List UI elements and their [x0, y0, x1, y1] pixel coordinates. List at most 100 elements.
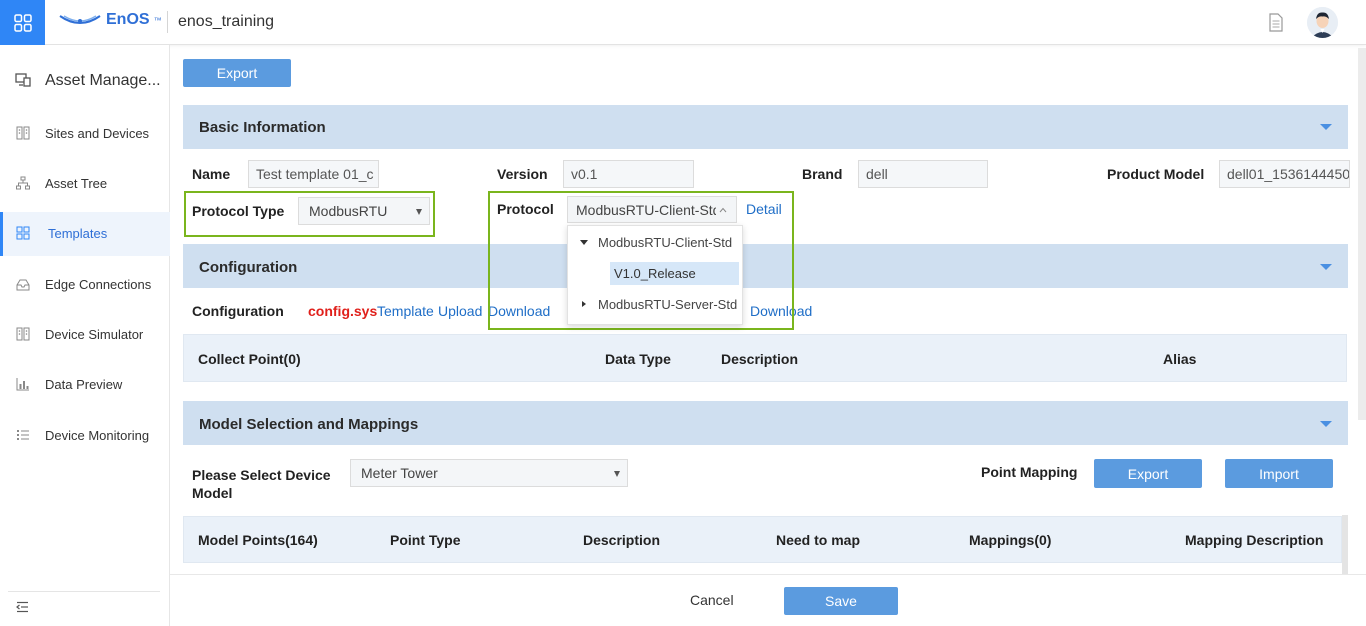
document-icon[interactable] [1268, 13, 1284, 35]
dropdown-option-label: ModbusRTU-Server-Std [598, 297, 738, 312]
protocol-type-select[interactable]: ModbusRTU [298, 197, 430, 225]
collapse-caret-icon[interactable] [1320, 124, 1332, 130]
mapping-import-button[interactable]: Import [1225, 459, 1333, 488]
cancel-button[interactable]: Cancel [690, 592, 734, 608]
basic-information-header[interactable]: Basic Information [183, 105, 1348, 149]
protocol-detail-link[interactable]: Detail [746, 201, 782, 217]
dropdown-option-v1-release[interactable]: V1.0_Release [610, 262, 739, 285]
sidebar-item-device-simulator[interactable]: Device Simulator [0, 313, 170, 357]
sites-devices-icon [16, 126, 30, 143]
sidebar-item-label: Device Simulator [45, 327, 144, 342]
upload-link[interactable]: Upload [438, 303, 482, 319]
mapping-export-button[interactable]: Export [1094, 459, 1202, 488]
device-model-value: Meter Tower [361, 465, 438, 481]
sidebar-item-label: Asset Tree [45, 176, 108, 191]
version-input[interactable]: v0.1 [563, 160, 694, 188]
sidebar-item-label: Data Preview [45, 377, 123, 392]
sidebar-item-templates[interactable]: Templates [0, 212, 170, 256]
protocol-label: Protocol [497, 201, 554, 217]
column-header: Mapping Description [1185, 532, 1324, 548]
organization-name: enos_training [178, 13, 275, 30]
sidebar-title-label: Asset Manage... [45, 72, 161, 89]
model-points-table-header: Model Points(164) Point Type Description… [183, 516, 1342, 563]
column-header: Data Type [605, 351, 671, 367]
simulator-icon [16, 327, 30, 344]
protocol-type-label: Protocol Type [192, 203, 285, 219]
name-label: Name [192, 166, 231, 182]
dropdown-option-client[interactable]: ModbusRTU-Client-Std [568, 232, 742, 254]
user-avatar-icon [1307, 7, 1338, 38]
column-header: Collect Point(0) [198, 351, 301, 367]
top-bar: EnOS ™ enos_training [0, 0, 1366, 45]
dropdown-arrow-icon [416, 209, 422, 215]
enos-logo[interactable]: EnOS ™ [58, 11, 162, 29]
protocol-value: ModbusRTU-Client-Std [576, 201, 716, 218]
sidebar-item-data-preview[interactable]: Data Preview [0, 363, 170, 407]
column-header: Description [721, 351, 799, 367]
sidebar-item-device-monitoring[interactable]: Device Monitoring [0, 414, 170, 458]
expanded-triangle-icon [580, 240, 588, 245]
device-model-select[interactable]: Meter Tower [350, 459, 628, 487]
column-header: Point Type [390, 532, 461, 548]
wing-logo-icon [59, 15, 101, 24]
model-selection-header[interactable]: Model Selection and Mappings [183, 401, 1348, 445]
section-title: Model Selection and Mappings [199, 416, 419, 433]
export-template-button[interactable]: Export [183, 59, 291, 87]
sidebar-item-asset-tree[interactable]: Asset Tree [0, 162, 170, 206]
version-label: Version [497, 166, 548, 182]
collapse-caret-icon[interactable] [1320, 264, 1332, 270]
save-button[interactable]: Save [784, 587, 898, 615]
product-model-label: Product Model [1107, 166, 1205, 182]
select-device-model-label: Please Select Device Model [192, 467, 331, 501]
sidebar-item-label: Device Monitoring [45, 428, 150, 443]
app-switcher-button[interactable] [0, 0, 45, 45]
point-mapping-label: Point Mapping [981, 464, 1078, 480]
sidebar-item-label: Sites and Devices [45, 126, 150, 141]
brand-input[interactable]: dell [858, 160, 988, 188]
bar-chart-icon [16, 377, 30, 394]
protocol-type-value: ModbusRTU [309, 203, 388, 219]
configuration-label: Configuration [192, 303, 284, 319]
column-header: Description [583, 532, 661, 548]
dropdown-option-server[interactable]: ModbusRTU-Server-Std [568, 294, 742, 316]
sidebar-title[interactable]: Asset Manage... [0, 66, 170, 96]
section-title: Configuration [199, 259, 298, 276]
sidebar-item-label: Edge Connections [45, 277, 152, 292]
sidebar-item-sites-and-devices[interactable]: Sites and Devices [0, 112, 170, 156]
dropdown-arrow-icon [614, 471, 620, 477]
logo-text: EnOS [106, 11, 150, 28]
protocol-dropdown-menu: ModbusRTU-Client-Std V1.0_Release Modbus… [567, 225, 743, 325]
brand-label: Brand [802, 166, 843, 182]
asset-management-icon [15, 73, 31, 90]
user-avatar[interactable] [1307, 7, 1338, 38]
section-title: Basic Information [199, 119, 326, 136]
grid-icon [13, 13, 32, 32]
footer-bar: Cancel Save [170, 574, 1366, 626]
dropdown-option-label: V1.0_Release [614, 266, 696, 281]
column-header: Model Points(164) [198, 532, 318, 548]
dropdown-option-label: ModbusRTU-Client-Std [598, 235, 733, 250]
templates-icon [16, 226, 30, 243]
column-header: Alias [1163, 351, 1197, 367]
name-input[interactable]: Test template 01_c [248, 160, 379, 188]
collapsed-triangle-icon [582, 301, 586, 307]
collapse-caret-icon[interactable] [1320, 421, 1332, 427]
protocol-select[interactable]: ModbusRTU-Client-Std [567, 196, 737, 223]
list-icon [16, 428, 30, 445]
sidebar: Asset Manage... Sites and Devices Asset … [0, 45, 170, 626]
column-header: Mappings(0) [969, 532, 1052, 548]
logo-trademark: ™ [153, 15, 162, 25]
config-file-name: config.sys [308, 303, 378, 319]
tree-icon [16, 176, 30, 193]
collapse-sidebar-icon[interactable] [16, 600, 29, 616]
column-header: Need to map [776, 532, 861, 548]
template-link[interactable]: Template [377, 303, 434, 319]
chevron-up-icon [719, 207, 727, 213]
page-scrollbar[interactable] [1358, 48, 1366, 420]
product-model-input[interactable]: dell01_1536144450 [1219, 160, 1350, 188]
sidebar-item-edge-connections[interactable]: Edge Connections [0, 263, 170, 307]
header-divider [167, 11, 168, 33]
sidebar-item-label: Templates [48, 226, 108, 241]
table-scrollbar[interactable] [1342, 515, 1348, 575]
collect-point-table-header: Collect Point(0) Data Type Description A… [183, 334, 1347, 382]
